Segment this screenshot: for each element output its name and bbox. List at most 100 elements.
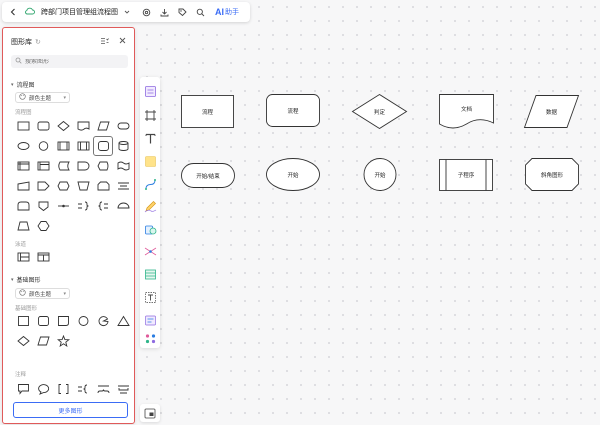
settings-icon[interactable] bbox=[142, 8, 151, 17]
shape-database-icon[interactable] bbox=[113, 136, 133, 156]
shape-subprocess-icon[interactable] bbox=[53, 136, 73, 156]
shape-trapezoid-icon[interactable] bbox=[13, 216, 33, 236]
shape-horizontal-bracket-icon[interactable] bbox=[113, 379, 133, 399]
shape-brackets-icon[interactable] bbox=[53, 379, 73, 399]
section-basic-shapes[interactable]: ▾ 基础图形 bbox=[11, 275, 41, 285]
shape-swimlane-vertical-icon[interactable] bbox=[33, 247, 53, 267]
shape-delay-icon[interactable] bbox=[73, 156, 93, 176]
shape-triangle-icon[interactable] bbox=[113, 311, 133, 331]
shape-swimlane-horizontal-icon[interactable] bbox=[13, 247, 33, 267]
canvas-shape-document[interactable]: 文档 bbox=[439, 94, 494, 130]
shape-panel-tool-icon[interactable] bbox=[143, 84, 157, 98]
canvas-shape-data[interactable]: 数据 bbox=[523, 95, 580, 128]
shape-predefined-icon[interactable] bbox=[73, 136, 93, 156]
shape-label: 数据 bbox=[545, 109, 557, 116]
canvas-shape-decision[interactable]: 判定 bbox=[351, 93, 408, 130]
kanban-tool-icon[interactable] bbox=[143, 313, 157, 327]
shape-snip-corner-icon[interactable] bbox=[53, 311, 73, 331]
shape-label: 开始/结束 bbox=[196, 173, 220, 180]
library-search[interactable] bbox=[11, 55, 128, 68]
shape-terminator-icon[interactable] bbox=[113, 116, 133, 136]
text-tool-icon[interactable] bbox=[143, 131, 157, 145]
shape-stored-data-icon[interactable] bbox=[53, 156, 73, 176]
shape-brace-right-icon[interactable] bbox=[73, 196, 93, 216]
download-icon[interactable] bbox=[160, 8, 169, 17]
cloud-sync-icon bbox=[24, 7, 35, 17]
shape-lines-icon[interactable] bbox=[113, 176, 133, 196]
shape-ellipse-icon[interactable] bbox=[13, 136, 33, 156]
frame-tool-icon[interactable] bbox=[143, 108, 157, 122]
canvas-shape-ellipse[interactable]: 开始 bbox=[266, 158, 320, 191]
canvas-shape-process[interactable]: 流程 bbox=[181, 95, 234, 128]
shape-parallelogram-icon[interactable] bbox=[93, 116, 113, 136]
shape-rounded-square-icon[interactable] bbox=[33, 311, 53, 331]
connector-tool-icon[interactable] bbox=[143, 177, 157, 191]
color-theme-select[interactable]: 颜色主题 ▾ bbox=[15, 288, 70, 299]
shape-card-icon[interactable] bbox=[33, 156, 53, 176]
mindmap-tool-icon[interactable] bbox=[143, 244, 157, 258]
shape-diamond-icon[interactable] bbox=[13, 331, 33, 351]
canvas-shape-bevel[interactable]: 斜角图形 bbox=[525, 158, 579, 191]
section-label: 基础图形 bbox=[16, 278, 41, 284]
shape-hexagon-icon[interactable] bbox=[33, 216, 53, 236]
canvas-shape-terminator[interactable]: 开始/结束 bbox=[181, 163, 235, 188]
shape-off-page-icon[interactable] bbox=[33, 176, 53, 196]
shape-process-icon[interactable] bbox=[13, 116, 33, 136]
shape-label: 流程 bbox=[287, 108, 299, 115]
shape-half-circle-icon[interactable] bbox=[113, 196, 133, 216]
more-tools-icon[interactable] bbox=[143, 331, 157, 345]
tag-icon[interactable] bbox=[178, 8, 187, 17]
minimap-toggle-icon[interactable] bbox=[140, 404, 160, 422]
more-shapes-button[interactable]: 更多图形 bbox=[13, 402, 128, 418]
canvas-shape-subroutine[interactable]: 子程序 bbox=[439, 159, 493, 191]
ai-assistant-button[interactable]: AI 助手 bbox=[215, 7, 239, 17]
shape-rounded-rect-icon[interactable] bbox=[33, 116, 53, 136]
shape-brace-left-icon[interactable] bbox=[93, 196, 113, 216]
color-theme-select[interactable]: 颜色主题 ▾ bbox=[15, 92, 70, 103]
search-icon[interactable] bbox=[196, 8, 205, 17]
sticky-note-tool-icon[interactable] bbox=[143, 154, 157, 168]
canvas-shape-rounded-process[interactable]: 流程 bbox=[266, 94, 320, 127]
canvas-shape-circle[interactable]: 开始 bbox=[363, 158, 397, 191]
shape-label: 斜角图形 bbox=[540, 172, 563, 179]
pen-tool-icon[interactable] bbox=[143, 199, 157, 213]
shape-callout-rect-icon[interactable] bbox=[13, 379, 33, 399]
shape-document-icon[interactable] bbox=[73, 116, 93, 136]
shape-rounded-square-icon[interactable] bbox=[93, 136, 113, 156]
close-icon[interactable] bbox=[119, 37, 126, 47]
shape-connector-line-icon[interactable] bbox=[53, 196, 73, 216]
refresh-icon[interactable]: ↻ bbox=[35, 38, 41, 46]
back-arrow-icon[interactable] bbox=[8, 7, 18, 17]
shape-horizontal-brace-icon[interactable] bbox=[93, 379, 113, 399]
document-title[interactable]: 跨部门项目管理组流程图 bbox=[41, 7, 118, 17]
shape-library-panel: 图形库 ↻ ▾ 流程图 颜色主题 ▾ 流程图 bbox=[2, 27, 135, 424]
shape-loop-limit-icon[interactable] bbox=[93, 176, 113, 196]
shape-internal-storage-icon[interactable] bbox=[13, 156, 33, 176]
shape-arch-icon[interactable] bbox=[13, 196, 33, 216]
shapes-tool-icon[interactable] bbox=[143, 222, 157, 236]
shape-square-icon[interactable] bbox=[13, 311, 33, 331]
section-flowchart[interactable]: ▾ 流程图 bbox=[11, 80, 35, 90]
shape-preparation-icon[interactable] bbox=[53, 176, 73, 196]
shape-parallelogram-icon[interactable] bbox=[33, 331, 53, 351]
shape-diamond-icon[interactable] bbox=[53, 116, 73, 136]
subcaption-flowchart: 流程图 bbox=[15, 110, 32, 116]
shape-star-icon[interactable] bbox=[53, 331, 73, 351]
manage-list-icon[interactable] bbox=[100, 37, 109, 47]
shape-arc-icon[interactable] bbox=[93, 311, 113, 331]
shape-annotation-brace-icon[interactable] bbox=[73, 379, 93, 399]
shape-tape-icon[interactable] bbox=[113, 156, 133, 176]
text-box-tool-icon[interactable] bbox=[143, 290, 157, 304]
shape-circle-icon[interactable] bbox=[33, 136, 53, 156]
shape-callout-round-icon[interactable] bbox=[33, 379, 53, 399]
table-tool-icon[interactable] bbox=[143, 267, 157, 281]
shape-manual-input-icon[interactable] bbox=[13, 176, 33, 196]
shape-display-icon[interactable] bbox=[93, 156, 113, 176]
shape-label: 子程序 bbox=[457, 173, 475, 179]
search-input[interactable] bbox=[25, 58, 120, 65]
subcaption-annotation: 注释 bbox=[15, 372, 27, 378]
shape-shield-icon[interactable] bbox=[33, 196, 53, 216]
shape-manual-operation-icon[interactable] bbox=[73, 176, 93, 196]
shape-circle-icon[interactable] bbox=[73, 311, 93, 331]
chevron-down-icon[interactable] bbox=[124, 8, 130, 17]
